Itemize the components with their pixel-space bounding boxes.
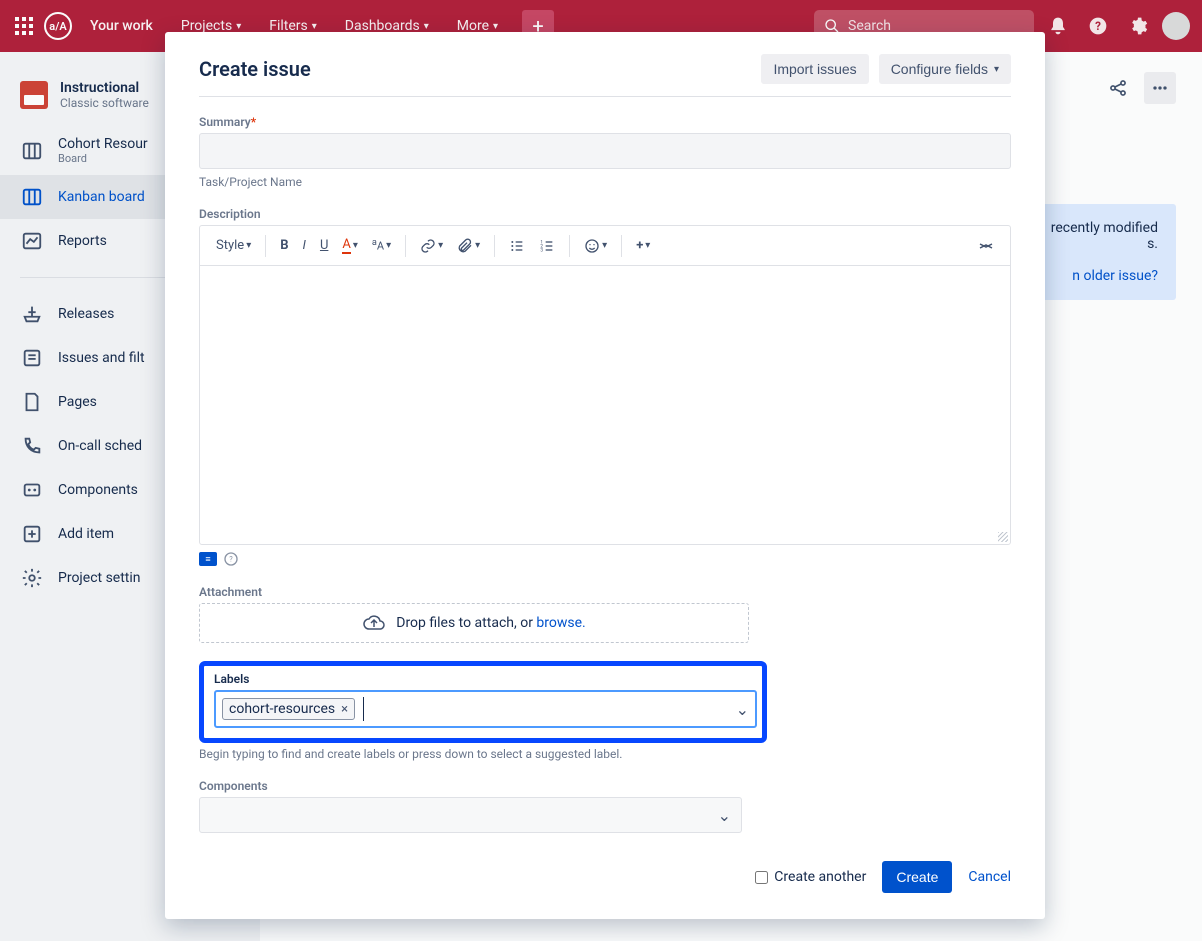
summary-help: Task/Project Name — [199, 175, 1011, 189]
visual-mode-icon[interactable]: ≡ — [199, 552, 217, 566]
summary-input[interactable] — [199, 133, 1011, 169]
create-another-input[interactable] — [755, 871, 768, 884]
insert-more-button[interactable]: +▾ — [630, 234, 656, 257]
configure-fields-button[interactable]: Configure fields ▾ — [879, 54, 1011, 84]
collapse-toolbar-button[interactable] — [972, 237, 1000, 255]
description-editor[interactable] — [199, 265, 1011, 545]
description-label: Description — [199, 207, 1011, 221]
style-dropdown[interactable]: Style▾ — [210, 234, 257, 257]
attachment-button[interactable]: ▾ — [451, 234, 486, 258]
editor-toolbar: Style▾ B I U A▾ aA▾ ▾ ▾ 123 ▾ +▾ — [199, 225, 1011, 265]
components-label: Components — [199, 779, 1011, 793]
labels-field-highlight: Labels cohort-resources × ⌄ — [199, 661, 767, 743]
create-another-checkbox[interactable]: Create another — [755, 869, 866, 885]
bold-button[interactable]: B — [274, 234, 294, 257]
text-color-button[interactable]: A▾ — [336, 233, 364, 258]
create-issue-modal: Create issue Import issues Configure fie… — [165, 32, 1045, 919]
chevron-down-icon[interactable]: ⌄ — [736, 700, 749, 719]
bullet-list-button[interactable] — [503, 234, 531, 258]
italic-button[interactable]: I — [297, 234, 312, 257]
attachment-label: Attachment — [199, 585, 1011, 599]
modal-title: Create issue — [199, 57, 311, 81]
attachment-dropzone[interactable]: Drop files to attach, or browse. — [199, 603, 749, 643]
components-field: Components ⌄ — [199, 779, 1011, 833]
components-select[interactable]: ⌄ — [199, 797, 742, 833]
emoji-button[interactable]: ▾ — [578, 234, 613, 258]
label-tag: cohort-resources × — [222, 698, 355, 720]
editor-help-icon[interactable]: ? — [223, 551, 239, 567]
cancel-link[interactable]: Cancel — [968, 869, 1011, 885]
attachment-field: Attachment Drop files to attach, or brow… — [199, 585, 1011, 643]
labels-help: Begin typing to find and create labels o… — [199, 747, 1011, 761]
chevron-down-icon: ▾ — [994, 64, 999, 75]
modal-footer: Create another Create Cancel — [199, 861, 1011, 893]
clear-format-button[interactable]: aA▾ — [366, 234, 397, 257]
chevron-down-icon: ⌄ — [718, 806, 731, 825]
upload-icon — [362, 611, 386, 635]
configure-fields-label: Configure fields — [891, 61, 988, 77]
summary-label: Summary* — [199, 115, 1011, 129]
svg-text:3: 3 — [541, 247, 544, 253]
create-another-label: Create another — [774, 869, 866, 885]
labels-label: Labels — [214, 672, 752, 686]
underline-button[interactable]: U — [314, 234, 334, 257]
remove-label-icon[interactable]: × — [341, 702, 348, 717]
labels-input[interactable]: cohort-resources × ⌄ — [214, 690, 757, 728]
browse-link[interactable]: browse. — [536, 615, 585, 631]
attachment-text: Drop files to attach, or — [396, 615, 536, 631]
description-field: Description Style▾ B I U A▾ aA▾ ▾ ▾ 123 … — [199, 207, 1011, 567]
labels-text-input[interactable] — [363, 697, 728, 721]
link-button[interactable]: ▾ — [414, 234, 449, 258]
label-tag-text: cohort-resources — [229, 701, 335, 717]
summary-field: Summary* Task/Project Name — [199, 115, 1011, 189]
number-list-button[interactable]: 123 — [533, 234, 561, 258]
svg-text:?: ? — [229, 555, 233, 564]
create-button[interactable]: Create — [882, 861, 952, 893]
import-issues-button[interactable]: Import issues — [761, 54, 868, 84]
